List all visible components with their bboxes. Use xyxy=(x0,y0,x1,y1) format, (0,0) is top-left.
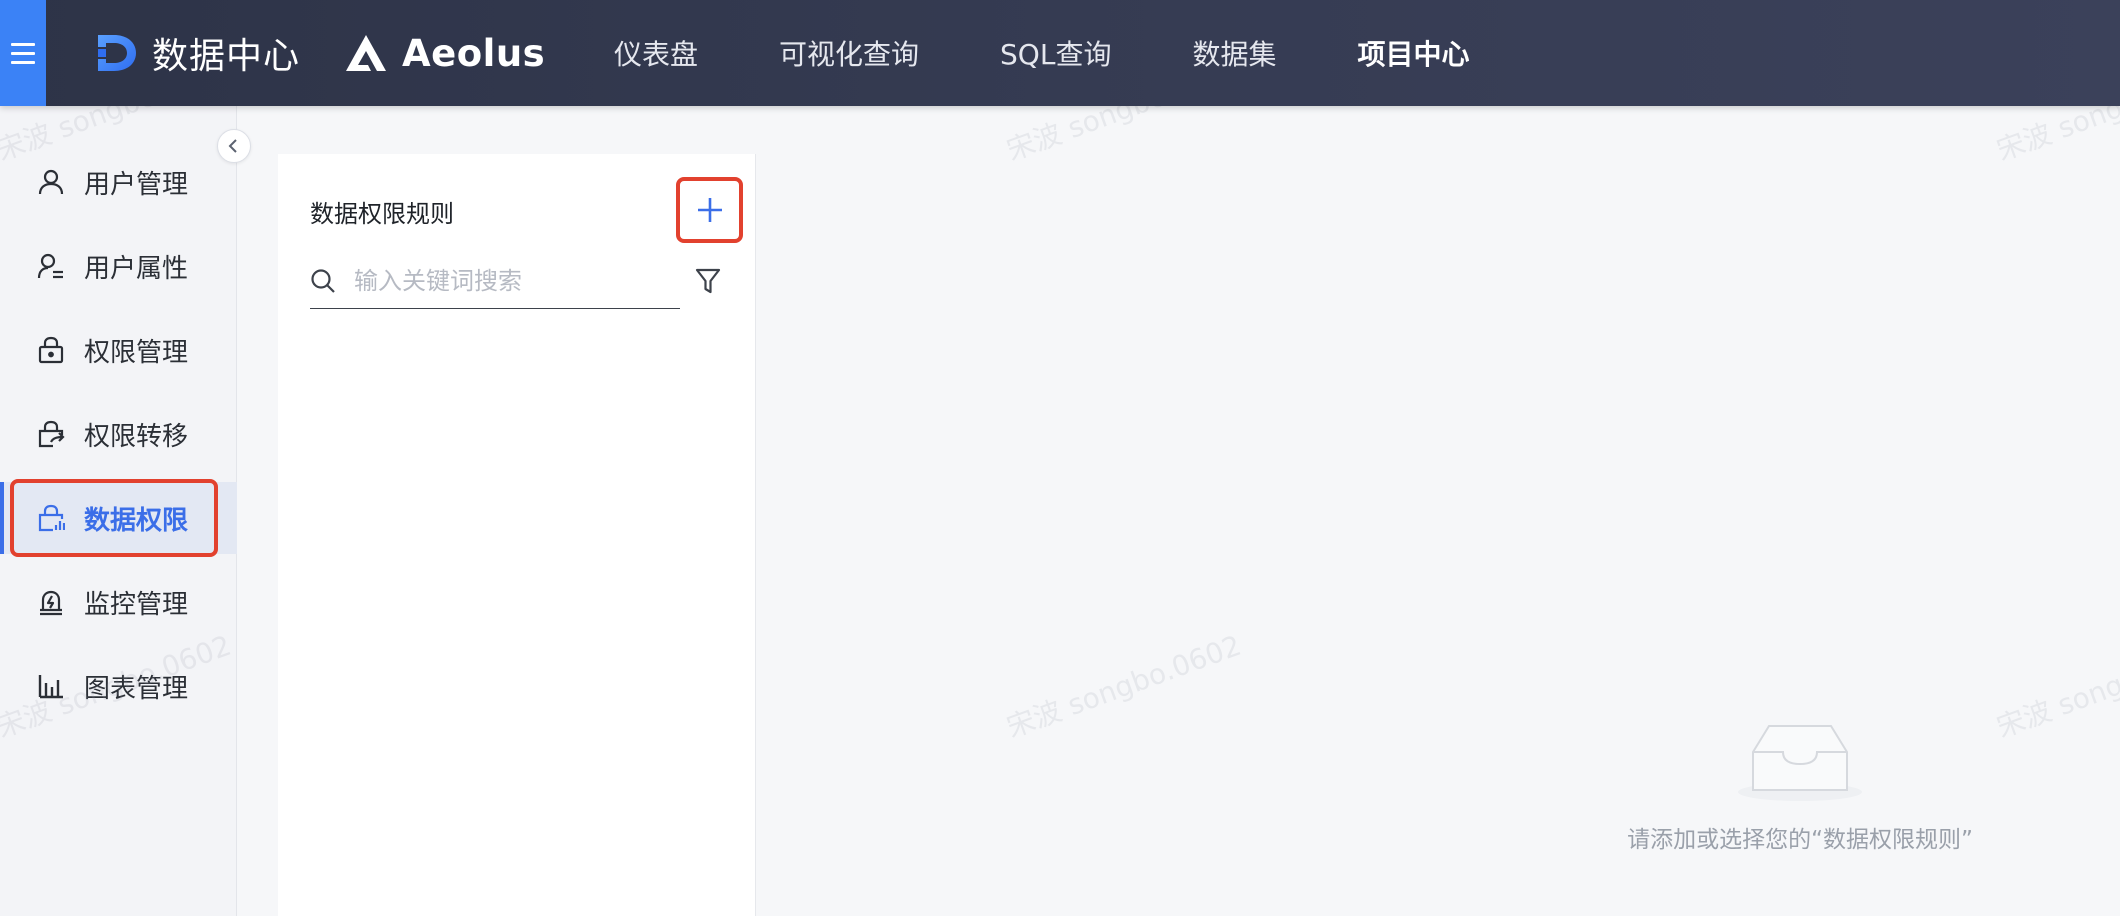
sidebar-item-user-management[interactable]: 用户管理 xyxy=(0,146,237,218)
aeolus-logo-icon xyxy=(346,35,386,71)
sidebar-item-label: 用户管理 xyxy=(84,169,189,200)
chevron-left-icon xyxy=(228,139,237,153)
sidebar-item-label: 权限管理 xyxy=(84,337,189,368)
nav-sql-query[interactable]: SQL查询 xyxy=(1000,33,1111,73)
sidebar-item-monitor-management[interactable]: 监控管理 xyxy=(0,566,237,638)
brand[interactable]: 数据中心 xyxy=(96,26,300,80)
plus-icon xyxy=(697,198,722,222)
sidebar-item-label: 图表管理 xyxy=(84,673,189,704)
transfer-icon xyxy=(36,419,66,449)
empty-state-message: 请添加或选择您的“数据权限规则” xyxy=(1627,827,1973,853)
data-center-logo-icon xyxy=(98,35,136,71)
search-box xyxy=(310,254,680,309)
sidebar: 用户管理 用户属性 权限管理 权限转移 数据权限 监控管理 图表管理 xyxy=(0,106,237,916)
sidebar-item-permission-transfer[interactable]: 权限转移 xyxy=(0,398,237,470)
filter-icon xyxy=(695,268,721,294)
empty-inbox-icon xyxy=(1735,718,1865,806)
sidebar-item-permission-management[interactable]: 权限管理 xyxy=(0,314,237,386)
search-icon xyxy=(310,267,338,295)
data-permission-icon xyxy=(36,503,66,533)
sidebar-item-label: 权限转移 xyxy=(84,421,189,452)
sidebar-item-data-permission[interactable]: 数据权限 xyxy=(0,482,237,554)
main-nav: 仪表盘 可视化查询 SQL查询 数据集 项目中心 xyxy=(614,0,1550,106)
top-navigation-bar: 数据中心 Aeolus 仪表盘 可视化查询 SQL查询 数据集 项目中心 xyxy=(0,0,2120,106)
watermark: 宋波 songbo.0602 xyxy=(1002,628,1246,745)
sidebar-item-label: 用户属性 xyxy=(84,253,189,284)
search-input[interactable] xyxy=(354,267,674,295)
nav-dataset[interactable]: 数据集 xyxy=(1192,33,1276,73)
nav-visual-query[interactable]: 可视化查询 xyxy=(779,33,919,73)
data-permission-rule-panel: 数据权限规则 xyxy=(278,154,756,916)
nav-dashboard[interactable]: 仪表盘 xyxy=(614,33,698,73)
menu-toggle-button[interactable] xyxy=(0,0,46,106)
chart-icon xyxy=(36,671,66,701)
panel-title: 数据权限规则 xyxy=(310,200,454,228)
sidebar-collapse-button[interactable] xyxy=(217,129,251,163)
monitor-icon xyxy=(36,587,66,617)
add-rule-button[interactable] xyxy=(676,177,743,243)
filter-button[interactable] xyxy=(693,264,723,298)
user-attribute-icon xyxy=(36,251,66,281)
product-name: Aeolus xyxy=(402,31,546,75)
sidebar-item-label: 监控管理 xyxy=(84,589,189,620)
watermark: 宋波 songbo.0602 xyxy=(1992,628,2120,745)
product-logo[interactable]: Aeolus xyxy=(344,26,545,80)
sidebar-item-user-attributes[interactable]: 用户属性 xyxy=(0,230,237,302)
sidebar-item-label: 数据权限 xyxy=(84,505,189,536)
sidebar-item-chart-management[interactable]: 图表管理 xyxy=(0,650,237,722)
user-icon xyxy=(36,167,66,197)
hamburger-icon xyxy=(11,43,35,64)
brand-name: 数据中心 xyxy=(152,36,301,77)
lock-icon xyxy=(36,335,66,365)
nav-project-center[interactable]: 项目中心 xyxy=(1357,33,1469,73)
